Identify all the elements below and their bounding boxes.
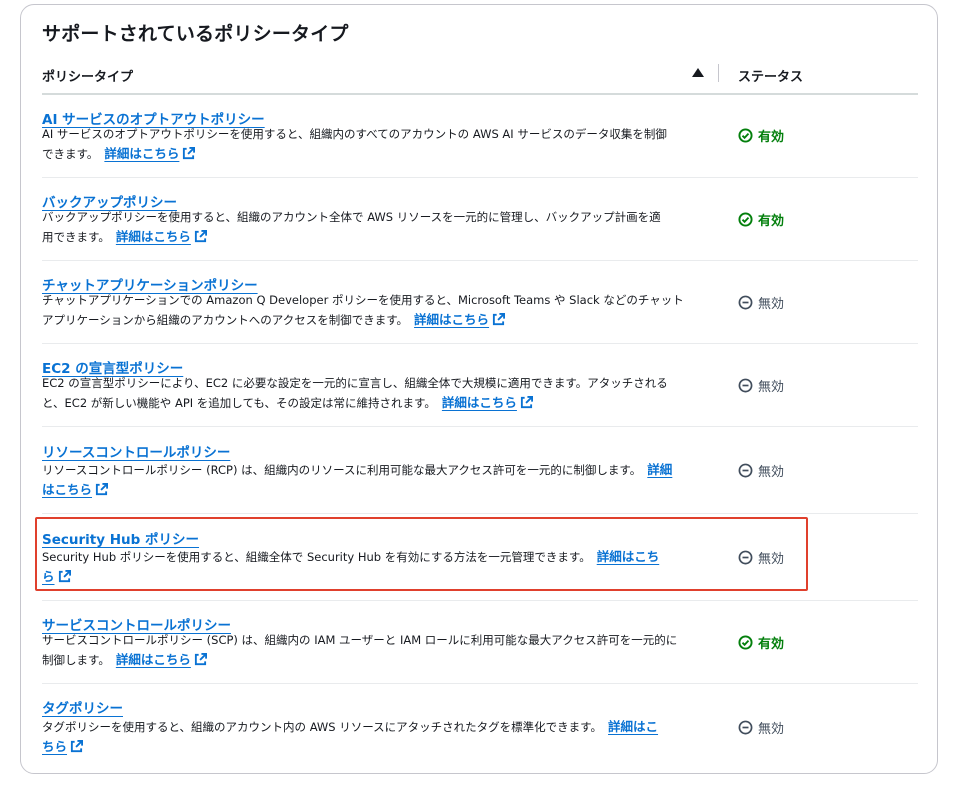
description-text: 用できます。: [42, 230, 110, 244]
policy-name-link[interactable]: リソースコントロールポリシー: [42, 441, 230, 461]
policy-description: バックアップポリシーを使用すると、組織のアカウント全体で AWS リソースを一元…: [42, 208, 702, 247]
description-text: と、EC2 が新しい機能や API を追加しても、その設定は常に維持されます。: [42, 396, 436, 410]
policy-description: サービスコントロールポリシー (SCP) は、組織内の IAM ユーザーと IA…: [42, 631, 702, 670]
status-badge: 有効: [738, 210, 784, 229]
table-row: チャットアプリケーションポリシー チャットアプリケーションでの Amazon Q…: [42, 261, 918, 344]
status-badge: 無効: [738, 293, 784, 312]
learn-more-link[interactable]: ら: [42, 569, 71, 584]
minus-circle-icon: [738, 720, 753, 735]
learn-more-link[interactable]: 詳細はこちら: [116, 229, 207, 244]
learn-more-link[interactable]: 詳細はこちら: [414, 312, 506, 327]
learn-more-link[interactable]: 詳細はこち: [597, 549, 660, 564]
check-circle-icon: [738, 128, 753, 143]
external-link-icon: [520, 396, 533, 409]
column-divider[interactable]: [718, 64, 719, 82]
description-text: リソースコントロールポリシー (RCP) は、組織内のリソースに利用可能な最大ア…: [42, 463, 642, 477]
description-text: アプリケーションから組織のアカウントへのアクセスを制御できます。: [42, 313, 409, 327]
external-link-icon: [95, 483, 109, 496]
status-badge: 無効: [738, 461, 784, 480]
description-text: Security Hub ポリシーを使用すると、組織全体で Security H…: [42, 550, 591, 564]
external-link-icon: [194, 230, 207, 243]
description-text: チャットアプリケーションでの Amazon Q Developer ポリシーを使…: [42, 293, 684, 307]
status-badge: 有効: [738, 126, 784, 145]
description-text: タグポリシーを使用すると、組織のアカウント内の AWS リソースにアタッチされた…: [42, 720, 603, 734]
status-text: 有効: [758, 214, 785, 229]
learn-more-link[interactable]: 詳細: [647, 462, 672, 477]
status-text: 有効: [758, 130, 785, 145]
learn-more-link[interactable]: 詳細はこ: [608, 719, 658, 734]
table-row: Security Hub ポリシー Security Hub ポリシーを使用する…: [42, 514, 918, 601]
table-row: バックアップポリシー バックアップポリシーを使用すると、組織のアカウント全体で …: [42, 178, 918, 261]
policy-description: AI サービスのオプトアウトポリシーを使用すると、組織内のすべてのアカウントの …: [42, 125, 702, 164]
status-text: 無効: [758, 380, 785, 395]
column-header-status: ステータス: [738, 70, 804, 85]
policy-description: Security Hub ポリシーを使用すると、組織全体で Security H…: [42, 547, 702, 587]
policy-name-link[interactable]: Security Hub ポリシー: [42, 528, 199, 548]
status-text: 無効: [758, 297, 785, 312]
status-badge: 無効: [738, 718, 784, 737]
description-text: AI サービスのオプトアウトポリシーを使用すると、組織内のすべてのアカウントの …: [42, 127, 667, 141]
external-link-icon: [183, 147, 196, 160]
table-row: サービスコントロールポリシー サービスコントロールポリシー (SCP) は、組織…: [42, 601, 918, 684]
learn-more-link[interactable]: ちら: [42, 739, 84, 754]
status-text: 有効: [758, 637, 785, 652]
sort-ascending-icon[interactable]: [692, 68, 704, 77]
panel-title: サポートされているポリシータイプ: [42, 23, 349, 45]
table-row: タグポリシー タグポリシーを使用すると、組織のアカウント内の AWS リソースに…: [42, 684, 918, 768]
status-badge: 無効: [738, 376, 784, 395]
policy-description: タグポリシーを使用すると、組織のアカウント内の AWS リソースにアタッチされた…: [42, 717, 702, 757]
policy-description: EC2 の宣言型ポリシーにより、EC2 に必要な設定を一元的に宣言し、組織全体で…: [42, 374, 702, 413]
minus-circle-icon: [738, 295, 753, 310]
table-row: リソースコントロールポリシー リソースコントロールポリシー (RCP) は、組織…: [42, 427, 918, 514]
description-text: EC2 の宣言型ポリシーにより、EC2 に必要な設定を一元的に宣言し、組織全体で…: [42, 376, 668, 390]
minus-circle-icon: [738, 463, 753, 478]
learn-more-link[interactable]: 詳細はこちら: [442, 395, 533, 410]
policy-description: チャットアプリケーションでの Amazon Q Developer ポリシーを使…: [42, 291, 702, 330]
policy-description: リソースコントロールポリシー (RCP) は、組織内のリソースに利用可能な最大ア…: [42, 460, 702, 500]
policy-name-link[interactable]: タグポリシー: [42, 697, 123, 717]
description-text: サービスコントロールポリシー (SCP) は、組織内の IAM ユーザーと IA…: [42, 633, 678, 647]
minus-circle-icon: [738, 378, 753, 393]
description-text: バックアップポリシーを使用すると、組織のアカウント全体で AWS リソースを一元…: [42, 210, 661, 224]
description-text: できます。: [42, 147, 99, 161]
status-text: 無効: [758, 465, 785, 480]
status-badge: 無効: [738, 548, 784, 567]
status-badge: 有効: [738, 633, 784, 652]
learn-more-link[interactable]: 詳細はこちら: [116, 652, 207, 667]
status-text: 無効: [758, 552, 785, 567]
header-divider: [42, 93, 918, 95]
table-row: EC2 の宣言型ポリシー EC2 の宣言型ポリシーにより、EC2 に必要な設定を…: [42, 344, 918, 427]
description-text: 制御します。: [42, 653, 110, 667]
external-link-icon: [492, 313, 506, 326]
status-text: 無効: [758, 722, 785, 737]
minus-circle-icon: [738, 550, 753, 565]
external-link-icon: [70, 740, 84, 753]
learn-more-link[interactable]: はこちら: [42, 482, 109, 497]
check-circle-icon: [738, 212, 753, 227]
column-header-policy-type[interactable]: ポリシータイプ: [42, 66, 133, 85]
external-link-icon: [194, 653, 207, 666]
external-link-icon: [58, 570, 71, 583]
check-circle-icon: [738, 635, 753, 650]
table-header: ポリシータイプ ステータス: [42, 62, 918, 95]
table-row: AI サービスのオプトアウトポリシー AI サービスのオプトアウトポリシーを使用…: [42, 96, 918, 178]
learn-more-link[interactable]: 詳細はこちら: [104, 146, 196, 161]
